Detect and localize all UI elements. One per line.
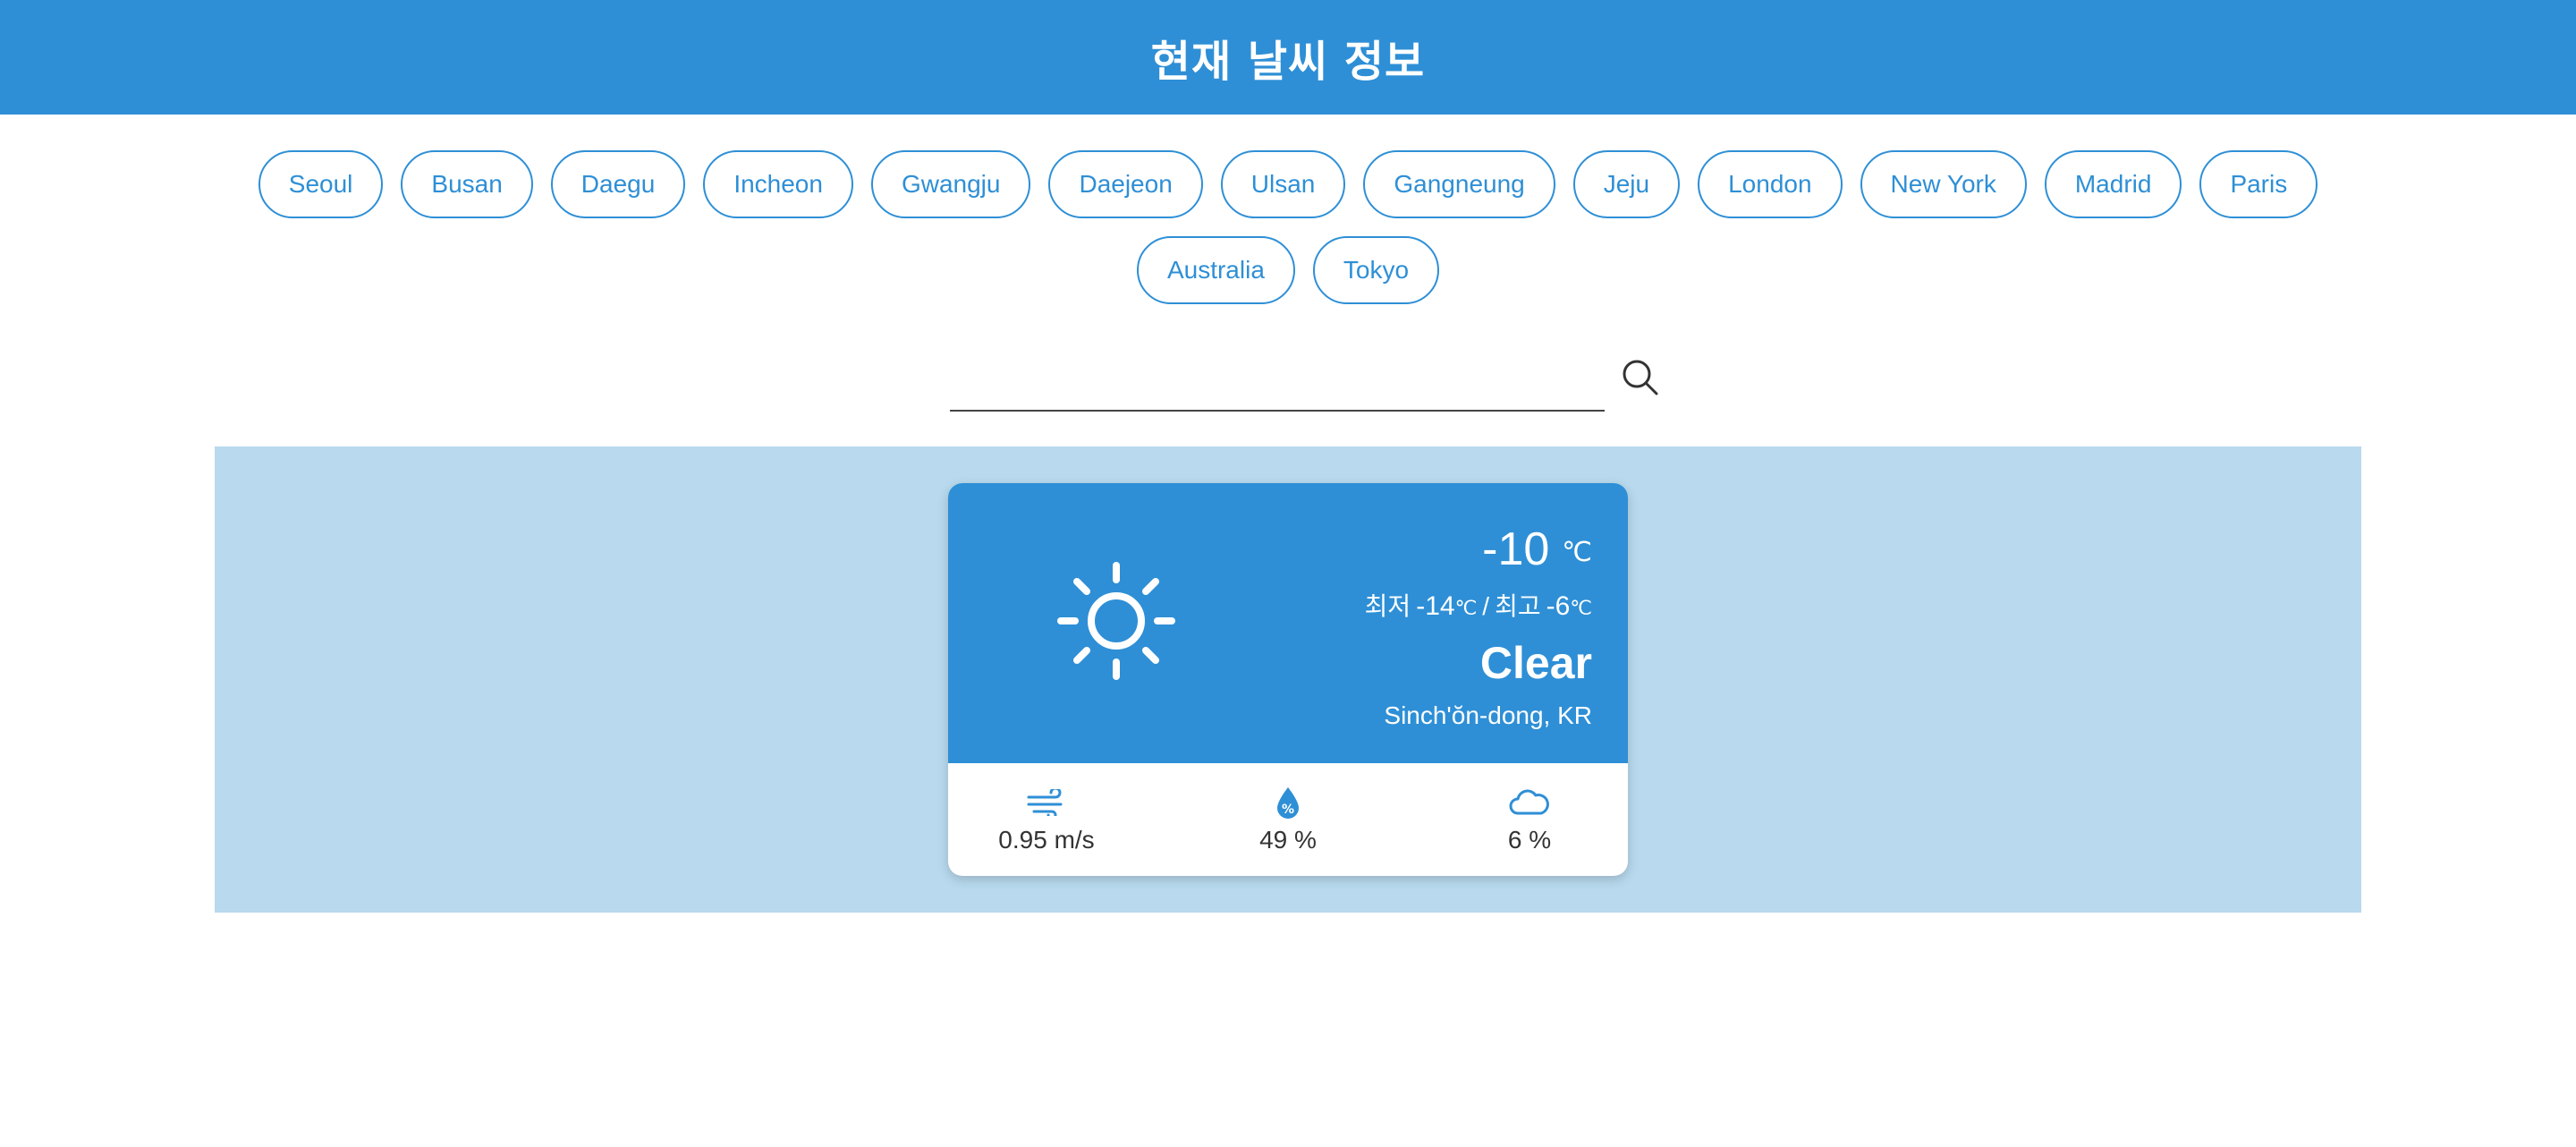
city-button-gwangju[interactable]: Gwangju	[870, 150, 1031, 218]
city-button-gangneung[interactable]: Gangneung	[1363, 150, 1555, 218]
current-temperature: -10 ℃	[1365, 523, 1592, 576]
city-button-tokyo[interactable]: Tokyo	[1312, 236, 1440, 304]
max-label: 최고	[1495, 592, 1541, 620]
temperature-value: -10	[1482, 523, 1550, 575]
city-button-new-york[interactable]: New York	[1860, 150, 2027, 218]
search-bar	[0, 349, 2576, 412]
humidity-drop-icon: %	[1277, 787, 1299, 819]
city-button-daejeon[interactable]: Daejeon	[1048, 150, 1203, 218]
wind-stat: 0.95 m/s	[984, 763, 1109, 876]
city-button-ulsan[interactable]: Ulsan	[1220, 150, 1346, 218]
cloud-icon	[1509, 789, 1549, 815]
city-button-daegu[interactable]: Daegu	[550, 150, 686, 218]
page-title: 현재 날씨 정보	[1150, 37, 1426, 87]
app-header: 현재 날씨 정보	[0, 0, 2576, 115]
city-button-incheon[interactable]: Incheon	[703, 150, 853, 218]
clouds-stat: 6 %	[1467, 763, 1592, 876]
weather-condition: Clear	[1479, 638, 1592, 688]
humidity-stat: % 49 %	[1225, 763, 1351, 876]
weather-location: Sinch'ŏn-dong, KR	[1384, 701, 1592, 729]
clouds-value: 6 %	[1507, 826, 1552, 854]
weather-stats: 0.95 m/s % 49 % 6 %	[948, 763, 1628, 876]
weather-card: -10 ℃ 최저 -14℃ / 최고 -6℃ Clear Sinch'ŏn-do…	[948, 483, 1628, 876]
search-button[interactable]	[1615, 353, 1665, 403]
temperature-unit: ℃	[1562, 538, 1592, 567]
min-unit: ℃	[1454, 597, 1478, 619]
svg-text:%: %	[1282, 803, 1294, 817]
max-unit: ℃	[1570, 597, 1592, 619]
separator: /	[1482, 592, 1490, 620]
weather-info: -10 ℃ 최저 -14℃ / 최고 -6℃ Clear Sinch'ŏn-do…	[1365, 523, 1592, 730]
city-button-busan[interactable]: Busan	[401, 150, 533, 218]
city-button-list: Seoul Busan Daegu Incheon Gwangju Daejeon Ulsa…	[215, 150, 2361, 304]
search-input[interactable]	[950, 354, 1605, 412]
wind-icon	[1027, 789, 1063, 816]
humidity-value: 49 %	[1259, 826, 1317, 854]
min-value: -14	[1416, 591, 1455, 621]
city-button-australia[interactable]: Australia	[1136, 236, 1295, 304]
max-value: -6	[1546, 591, 1571, 621]
city-button-london[interactable]: London	[1698, 150, 1843, 218]
city-button-seoul[interactable]: Seoul	[258, 150, 384, 218]
sun-icon	[1057, 562, 1175, 680]
min-label: 최저	[1364, 592, 1411, 620]
search-icon	[1623, 360, 1658, 395]
weather-card-main: -10 ℃ 최저 -14℃ / 최고 -6℃ Clear Sinch'ŏn-do…	[948, 483, 1628, 763]
city-button-madrid[interactable]: Madrid	[2044, 150, 2182, 218]
wind-value: 0.95 m/s	[998, 826, 1095, 854]
city-button-jeju[interactable]: Jeju	[1572, 150, 1681, 218]
city-button-paris[interactable]: Paris	[2199, 150, 2318, 218]
min-max-temperature: 최저 -14℃ / 최고 -6℃	[1365, 587, 1592, 623]
weather-display-area: -10 ℃ 최저 -14℃ / 최고 -6℃ Clear Sinch'ŏn-do…	[215, 446, 2361, 913]
